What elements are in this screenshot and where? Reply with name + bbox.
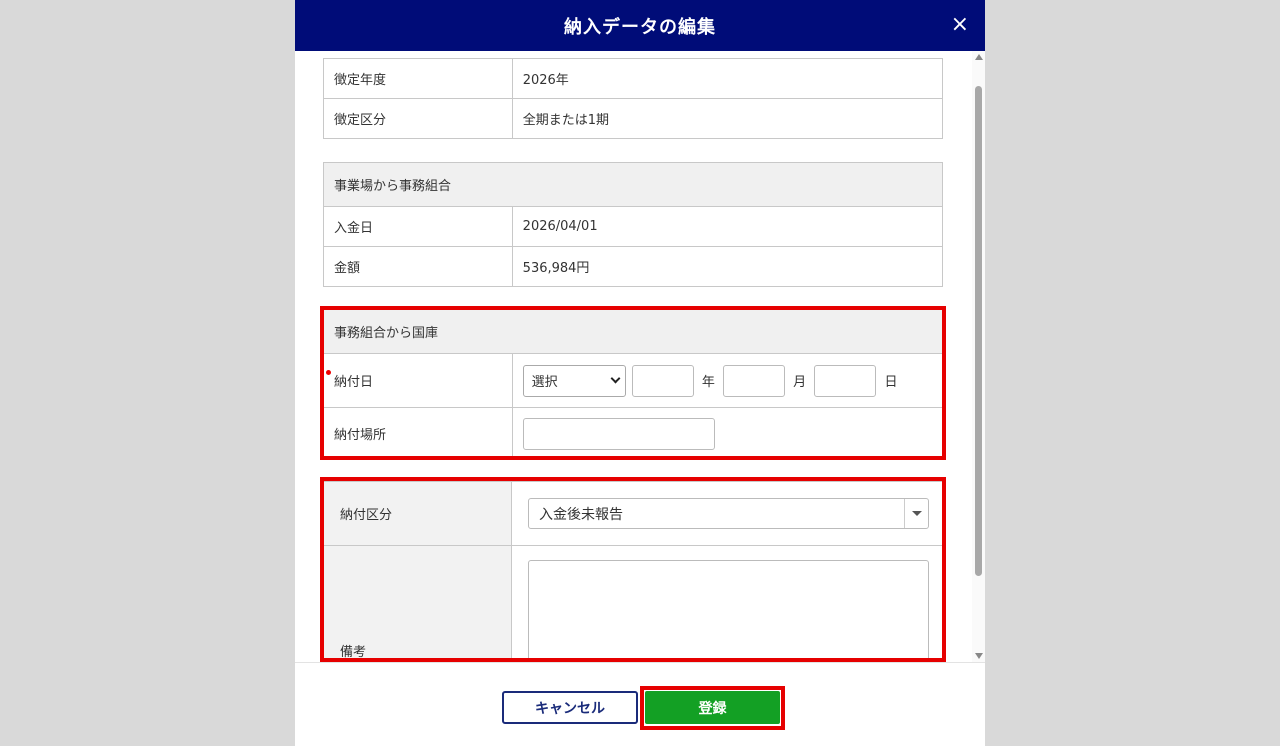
edit-payment-dialog: 納入データの編集 × 徴定年度 2026年 徴定区分 全期または1期 事業場から… — [295, 0, 985, 746]
amount-value: 536,984円 — [511, 246, 944, 287]
basic-info-table: 徴定年度 2026年 徴定区分 全期または1期 — [323, 58, 944, 139]
table-row: 納付区分 入金後未報告 — [322, 481, 943, 546]
table-row: 納付日 選択 年 月 日 — [323, 353, 944, 408]
table-row: 備考 — [322, 545, 943, 662]
payment-place-label: 納付場所 — [323, 407, 513, 460]
union-to-treasury-table: 事務組合から国庫 納付日 選択 年 月 日 納付場所 — [323, 309, 944, 460]
payment-place-input[interactable] — [522, 417, 715, 450]
required-indicator — [326, 370, 331, 375]
dialog-footer: キャンセル 登録 — [295, 662, 985, 746]
payment-date-field: 選択 年 月 日 — [511, 353, 944, 408]
table-row: 事業場から事務組合 — [323, 162, 943, 207]
payment-category-label: 納付区分 — [322, 481, 513, 546]
scroll-up-icon[interactable] — [975, 54, 983, 60]
table-row: 入金日 2026/04/01 — [323, 206, 944, 247]
status-table: 納付区分 入金後未報告 備考 — [322, 481, 943, 662]
period-label: 徴定区分 — [323, 98, 513, 139]
dropdown-toggle[interactable] — [904, 499, 928, 528]
remarks-textarea[interactable] — [528, 560, 930, 662]
section-title: 事務組合から国庫 — [323, 309, 943, 354]
remarks-label: 備考 — [322, 545, 513, 662]
payment-category-value: 入金後未報告 — [539, 506, 624, 523]
table-row: 金額 536,984円 — [323, 246, 944, 287]
era-select[interactable]: 選択 — [522, 364, 626, 397]
day-input[interactable] — [814, 364, 877, 397]
deposit-date-value: 2026/04/01 — [511, 206, 944, 247]
payment-category-dropdown[interactable]: 入金後未報告 — [528, 498, 930, 529]
amount-label: 金額 — [323, 246, 513, 287]
payment-category-field: 入金後未報告 — [511, 481, 943, 546]
dialog-title: 納入データの編集 — [564, 16, 716, 38]
submit-button[interactable]: 登録 — [645, 691, 780, 724]
scroll-thumb[interactable] — [975, 86, 982, 576]
deposit-date-label: 入金日 — [323, 206, 513, 247]
cancel-button[interactable]: キャンセル — [502, 691, 638, 724]
close-icon[interactable]: × — [951, 12, 969, 38]
fiscal-year-value: 2026年 — [511, 58, 944, 99]
office-to-union-table: 事業場から事務組合 入金日 2026/04/01 金額 536,984円 — [323, 162, 944, 287]
vertical-scrollbar[interactable] — [972, 51, 985, 662]
chevron-down-icon — [610, 373, 621, 384]
month-unit: 月 — [793, 375, 807, 390]
year-input[interactable] — [631, 364, 694, 397]
caret-down-icon — [911, 511, 922, 516]
year-unit: 年 — [701, 375, 715, 390]
remarks-field — [511, 545, 943, 662]
month-input[interactable] — [723, 364, 786, 397]
section-title: 事業場から事務組合 — [323, 162, 943, 207]
dialog-body: 徴定年度 2026年 徴定区分 全期または1期 事業場から事務組合 入金日 20… — [295, 51, 985, 662]
table-row: 徴定年度 2026年 — [323, 58, 944, 99]
table-row: 徴定区分 全期または1期 — [323, 98, 944, 139]
table-row: 納付場所 — [323, 407, 944, 460]
period-value: 全期または1期 — [511, 98, 944, 139]
payment-date-label: 納付日 — [323, 353, 513, 408]
table-row: 事務組合から国庫 — [323, 309, 943, 354]
era-select-value: 選択 — [531, 375, 558, 390]
dialog-header: 納入データの編集 × — [295, 0, 985, 51]
scroll-down-icon[interactable] — [975, 653, 983, 659]
payment-place-field — [511, 407, 944, 460]
fiscal-year-label: 徴定年度 — [323, 58, 513, 99]
day-unit: 日 — [884, 375, 898, 390]
